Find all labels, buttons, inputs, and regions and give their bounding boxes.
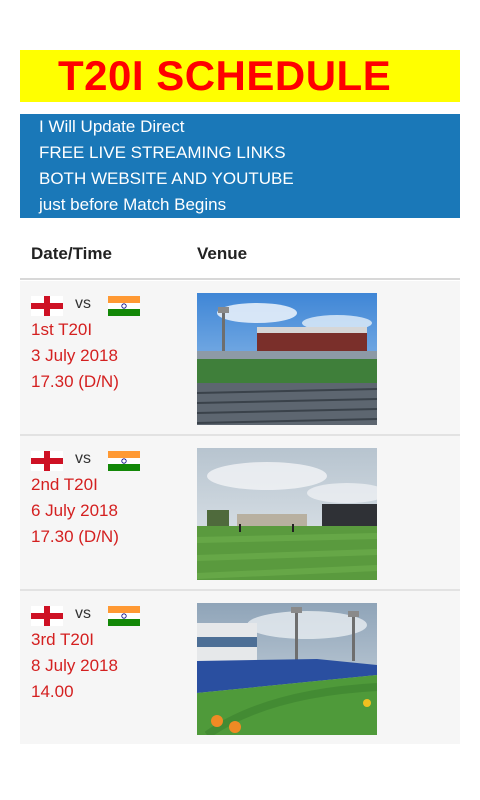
india-flag-icon [108,296,140,316]
info-line: just before Match Begins [39,195,227,214]
column-header-datetime: Date/Time [31,244,112,263]
match-time: 17.30 (D/N) [31,372,119,391]
schedule-banner: T20I SCHEDULE [20,50,460,102]
page-title: T20I SCHEDULE [58,52,392,99]
table-row: vs 1st T20I 3 July 2018 17.30 (D/N) [20,281,460,434]
table-header: Date/Time Venue [20,232,460,280]
match-date: 3 July 2018 [31,346,118,365]
venue-photo [197,293,377,425]
vs-label: vs [75,450,91,467]
info-line: I Will Update Direct [39,117,185,136]
match-time: 17.30 (D/N) [31,527,119,546]
vs-label: vs [75,295,91,312]
match-name: 1st T20I [31,320,93,339]
match-name: 3rd T20I [31,630,95,649]
england-flag-icon [31,296,63,316]
england-flag-icon [31,451,63,471]
table-row: vs 3rd T20I 8 July 2018 14.00 [20,591,460,744]
table-row: vs 2nd T20I 6 July 2018 17.30 (D/N) [20,436,460,589]
streaming-info-box: I Will Update Direct FREE LIVE STREAMING… [20,114,460,218]
india-flag-icon [108,606,140,626]
match-time: 14.00 [31,682,74,701]
info-line: FREE LIVE STREAMING LINKS [39,143,286,162]
india-flag-icon [108,451,140,471]
vs-label: vs [75,605,91,622]
venue-photo [197,603,377,735]
match-date: 8 July 2018 [31,656,118,675]
match-date: 6 July 2018 [31,501,118,520]
england-flag-icon [31,606,63,626]
column-header-venue: Venue [197,244,248,263]
venue-photo [197,448,377,580]
info-line: BOTH WEBSITE AND YOUTUBE [39,169,294,188]
match-name: 2nd T20I [31,475,98,494]
